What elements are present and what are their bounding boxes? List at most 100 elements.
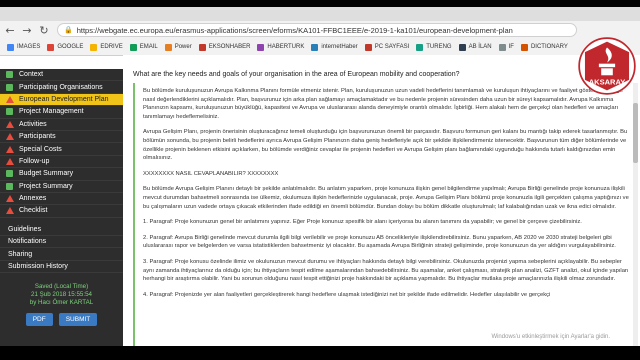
- sidebar-item[interactable]: Participating Organisations: [0, 81, 123, 94]
- check-icon: [6, 71, 13, 79]
- bookmark-item[interactable]: AB İLAN: [458, 43, 492, 51]
- bookmark-label: internetHaber: [321, 44, 358, 50]
- sidebar-item-label: Follow-up: [19, 157, 50, 165]
- sidebar-item-label: Context: [19, 71, 44, 79]
- save-status: Saved (Local Time) 21 Şub 2018 15:55:54 …: [0, 283, 123, 307]
- tab-strip: [0, 7, 640, 21]
- bookmark-item[interactable]: GOOGLE: [47, 43, 84, 51]
- bookmark-item[interactable]: Power: [164, 43, 192, 51]
- sidebar-item[interactable]: Project Summary: [0, 181, 123, 193]
- sidebar-item-label: Participating Organisations: [19, 83, 103, 91]
- bookmark-label: GOOGLE: [57, 44, 84, 50]
- sidebar-item-label: Special Costs: [19, 145, 62, 153]
- bookmark-icon: [198, 43, 206, 51]
- scrollbar-thumb[interactable]: [633, 103, 638, 163]
- answer-paragraph: 4. Paragraf: Projenizde yer alan faaliye…: [143, 291, 551, 298]
- check-icon: [6, 83, 13, 91]
- answer-paragraph: 3. Paragraf: Proje konusu özelinde ilimi…: [143, 258, 629, 283]
- back-icon[interactable]: ←: [3, 23, 17, 37]
- sidebar: Context Participating Organisations Europe…: [0, 69, 123, 346]
- sidebar-item-label: Annexes: [19, 195, 47, 203]
- bookmark-item[interactable]: PC SAYFASI: [364, 43, 410, 51]
- bookmark-item[interactable]: IF: [498, 43, 514, 51]
- answer-paragraph: Bu bölümde Avrupa Gelișim Planını detayl…: [143, 186, 629, 210]
- bookmark-label: EKSONHABER: [208, 44, 251, 50]
- question-label: What are the key needs and goals of your…: [133, 71, 460, 78]
- bookmark-icon: [520, 43, 528, 51]
- warning-icon: [6, 157, 14, 165]
- sidebar-item-label: European Development Plan: [19, 95, 109, 103]
- sidebar-item-label: Checklist: [19, 207, 48, 215]
- sidebar-item-label: Project Management: [19, 108, 84, 116]
- lock-icon: 🔒: [64, 26, 73, 34]
- answer-paragraph: 1. Paragraf: Proje konunuzun genel bir a…: [143, 219, 582, 226]
- bookmark-icon: [47, 43, 55, 51]
- bookmark-item[interactable]: EKSONHABER: [198, 43, 251, 51]
- sidebar-item-label: Participants: [19, 133, 56, 141]
- bookmark-icon: [416, 43, 424, 51]
- sidebar-secondary-item[interactable]: Submission History: [0, 261, 123, 274]
- bookmark-item[interactable]: EMAIL: [129, 43, 158, 51]
- sidebar-item[interactable]: Checklist: [0, 205, 123, 218]
- sidebar-item[interactable]: Participants: [0, 131, 123, 144]
- logo-text: AKSARAY: [589, 78, 626, 87]
- browser-chrome: ← → ↻ 🔒 https://webgate.ec.europa.eu/era…: [0, 7, 640, 56]
- sidebar-item-label: Activities: [19, 120, 47, 128]
- bookmarks-bar: IMAGES GOOGLE EDRIVE EMAIL Power EKSONHABER HA…: [0, 40, 640, 54]
- bookmark-item[interactable]: HABERTURK: [257, 43, 305, 51]
- bookmark-item[interactable]: DICTIONARY: [520, 43, 568, 51]
- answer-textarea[interactable]: Bu bölümde kurulușunuzun Avrupa Kalkınma…: [133, 83, 640, 346]
- bookmark-icon: [257, 43, 265, 51]
- bookmark-icon: [498, 43, 506, 51]
- sidebar-item[interactable]: Context: [0, 69, 123, 82]
- bookmark-label: EDRIVE: [100, 44, 123, 50]
- bookmark-label: HABERTURK: [267, 44, 305, 50]
- sidebar-item-label: Project Summary: [19, 182, 73, 190]
- bookmark-item[interactable]: TURENG: [416, 43, 452, 51]
- answer-paragraph: XXXXXXXX NASIL CEVAPLANABILIR? XXXXXXXX: [143, 170, 279, 177]
- bookmark-icon: [90, 43, 98, 51]
- saved-label: Saved (Local Time): [34, 283, 89, 291]
- reload-icon[interactable]: ↻: [37, 23, 51, 37]
- bookmark-label: Power: [174, 44, 192, 50]
- sidebar-item[interactable]: Budget Summary: [0, 168, 123, 181]
- warning-icon: [6, 133, 14, 141]
- pdf-button[interactable]: PDF: [25, 313, 53, 327]
- sidebar-item[interactable]: Project Management: [0, 106, 123, 119]
- sidebar-secondary-item[interactable]: Sharing: [0, 248, 123, 261]
- bookmark-icon: [129, 43, 137, 51]
- submit-button[interactable]: SUBMIT: [58, 313, 98, 327]
- bookmark-icon: [164, 43, 172, 51]
- sidebar-secondary-item[interactable]: Guidelines: [0, 224, 123, 237]
- warning-icon: [6, 207, 14, 215]
- forward-icon[interactable]: →: [20, 23, 34, 37]
- sidebar-item[interactable]: Activities: [0, 119, 123, 131]
- bookmark-label: IMAGES: [17, 44, 41, 50]
- action-buttons: PDF SUBMIT: [0, 313, 123, 327]
- bookmark-item[interactable]: EDRIVE: [90, 43, 123, 51]
- saved-time: 21 Şub 2018 15:55:54: [31, 291, 92, 299]
- answer-paragraph: 2. Paragraf: Avrupa Birliği genelinde me…: [143, 234, 616, 250]
- bookmark-label: PC SAYFASI: [374, 44, 410, 50]
- bookmark-icon: [458, 43, 466, 51]
- bookmark-label: TURENG: [426, 44, 452, 50]
- answer-paragraph: Bu bölümde kurulușunuzun Avrupa Kalkınma…: [143, 88, 624, 120]
- aksaray-logo: AKSARAY: [578, 37, 636, 95]
- bookmark-icon: [364, 43, 372, 51]
- bookmark-label: AB İLAN: [468, 44, 492, 50]
- address-bar[interactable]: 🔒 https://webgate.ec.europa.eu/erasmus-a…: [57, 23, 577, 37]
- bookmark-item[interactable]: internetHaber: [311, 43, 358, 51]
- warning-icon: [6, 145, 14, 153]
- sidebar-item[interactable]: Annexes: [0, 193, 123, 206]
- warning-icon: [6, 120, 14, 128]
- url-text: https://webgate.ec.europa.eu/erasmus-app…: [76, 25, 513, 35]
- bookmark-label: EMAIL: [139, 44, 158, 50]
- sidebar-secondary-nav: Guidelines Notifications Sharing Submission…: [0, 224, 123, 274]
- sidebar-secondary-item[interactable]: Notifications: [0, 236, 123, 249]
- sidebar-item[interactable]: Follow-up: [0, 156, 123, 169]
- sidebar-item[interactable]: Special Costs: [0, 143, 123, 156]
- sidebar-item[interactable]: European Development Plan: [0, 93, 123, 107]
- bookmark-item[interactable]: IMAGES: [7, 43, 41, 51]
- warning-icon: [6, 95, 14, 103]
- scrollbar[interactable]: [633, 83, 638, 346]
